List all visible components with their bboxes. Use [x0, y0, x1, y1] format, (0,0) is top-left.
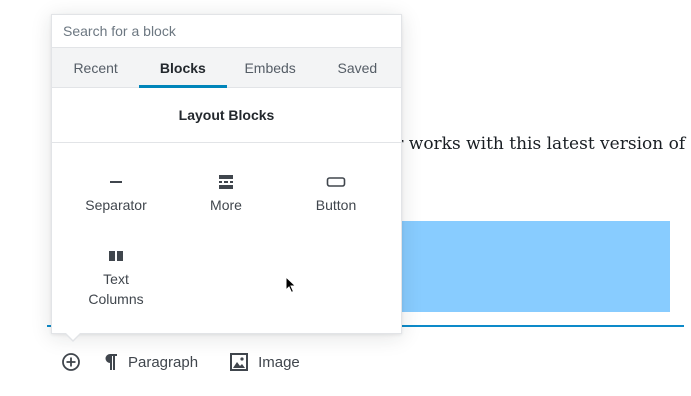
more-block-label: More	[210, 197, 242, 213]
more-icon	[171, 173, 281, 191]
image-shortcut-button[interactable]: Image	[230, 353, 300, 371]
paragraph-text[interactable]: or works with this latest version of	[385, 134, 685, 154]
columns-icon	[61, 247, 171, 265]
more-block-button[interactable]: More	[171, 173, 281, 215]
image-shortcut-label: Image	[258, 353, 300, 371]
popover-arrow	[64, 332, 82, 342]
tab-blocks[interactable]: Blocks	[139, 48, 227, 88]
tab-saved[interactable]: Saved	[314, 48, 401, 87]
paragraph-shortcut-label: Paragraph	[128, 353, 199, 371]
tab-embeds[interactable]: Embeds	[227, 48, 314, 87]
separator-block-button[interactable]: Separator	[61, 173, 171, 215]
separator-block-label: Separator	[85, 197, 147, 213]
inserter-tabs: Recent Blocks Embeds Saved	[52, 48, 401, 88]
block-search-input[interactable]	[52, 15, 401, 48]
highlighted-block[interactable]	[395, 221, 670, 312]
separator-icon	[61, 173, 171, 191]
tab-recent[interactable]: Recent	[52, 48, 139, 87]
paragraph-icon	[104, 353, 118, 371]
plus-circle-icon[interactable]	[58, 349, 84, 375]
button-block-label: Button	[315, 197, 357, 213]
mouse-cursor-icon	[285, 275, 297, 299]
paragraph-shortcut-button[interactable]: Paragraph	[104, 353, 198, 371]
text-columns-block-label: Text Columns	[88, 271, 144, 307]
section-title: Layout Blocks	[52, 88, 401, 143]
inserter-bar: Paragraph Image	[58, 348, 300, 376]
button-block-button[interactable]: Button	[281, 173, 391, 215]
button-icon	[281, 173, 391, 191]
block-inserter-popover: Recent Blocks Embeds Saved Layout Blocks…	[51, 14, 402, 334]
text-columns-block-button[interactable]: Text Columns	[61, 247, 171, 309]
image-icon	[230, 353, 249, 371]
